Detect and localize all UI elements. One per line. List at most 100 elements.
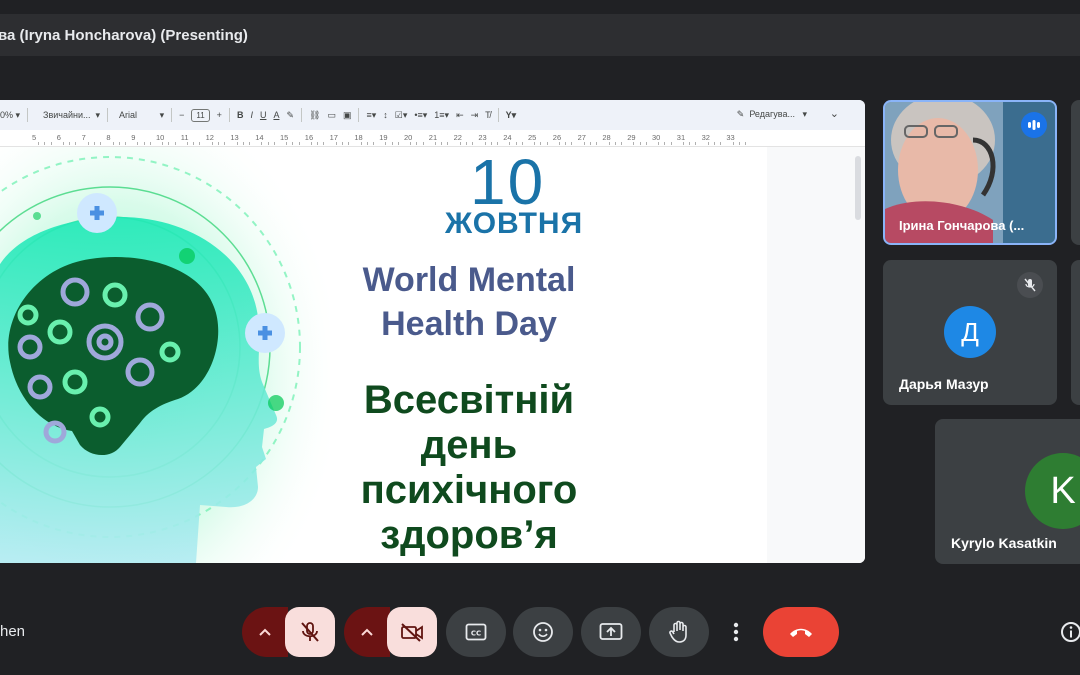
ruler-tick <box>112 142 114 145</box>
highlight-icon[interactable]: ✎ <box>286 110 294 121</box>
style-select[interactable]: Звичайни... ▾ <box>43 110 100 121</box>
ruler-tick <box>360 142 362 145</box>
captions-button[interactable]: CC <box>446 607 506 657</box>
ruler-tick <box>707 142 709 145</box>
ruler-number: 7 <box>81 133 86 142</box>
font-size-decrease[interactable]: − <box>179 110 184 120</box>
ruler-number: 5 <box>32 133 37 142</box>
leave-call-button[interactable] <box>763 607 839 657</box>
ruler-tick <box>273 142 275 145</box>
ruler: 5 6 7 8 9 10 11 12 13 14 15 16 17 18 19 20 21 22 23 24 25 26 2… <box>0 130 865 147</box>
ruler-tick <box>745 142 746 145</box>
ruler-number: 16 <box>304 133 314 142</box>
ruler-tick <box>695 142 697 145</box>
top-strip <box>0 0 1080 12</box>
more-options-button[interactable] <box>716 607 756 657</box>
video-options-button[interactable] <box>344 607 390 657</box>
input-tools-icon[interactable]: Y▾ <box>506 110 517 121</box>
align-icon[interactable]: ≡▾ <box>366 110 376 121</box>
ruler-tick <box>590 142 591 145</box>
link-icon[interactable]: ⛓ <box>309 110 320 121</box>
ruler-tick <box>435 142 436 145</box>
ruler-number: 28 <box>602 133 611 142</box>
ruler-number: 31 <box>676 133 686 142</box>
closed-captions-icon: CC <box>465 623 487 641</box>
slide-title-ukrainian: Всесвітній день психічного здоров’я <box>360 378 578 557</box>
text-color-icon[interactable]: A <box>273 110 279 120</box>
ruler-tick <box>484 142 486 145</box>
camera-toggle-button[interactable] <box>387 607 437 657</box>
scrollbar[interactable] <box>855 156 861 220</box>
ruler-tick <box>137 142 139 145</box>
info-icon[interactable] <box>1060 621 1080 643</box>
ruler-tick <box>38 142 40 145</box>
ruler-tick <box>311 142 312 145</box>
ruler-tick <box>534 142 536 145</box>
ruler-number: 32 <box>701 133 710 142</box>
ruler-tick <box>298 142 300 145</box>
ruler-tick <box>410 142 412 145</box>
participant-tile-kyrylo[interactable]: K Kyrylo Kasatkin <box>935 419 1080 564</box>
ruler-tick <box>683 142 684 145</box>
ruler-tick <box>100 142 102 145</box>
raise-hand-button[interactable] <box>649 607 709 657</box>
ruler-tick <box>162 142 164 145</box>
ruler-tick <box>168 142 170 145</box>
indent-decrease-icon[interactable]: ⇤ <box>456 110 464 121</box>
line-spacing-icon[interactable]: ↕ <box>383 110 388 120</box>
slide-title-english: World Mental Health Day <box>362 261 576 343</box>
ruler-tick <box>490 142 492 145</box>
ruler-tick <box>199 142 201 145</box>
docs-toolbar: 0% ▾ Звичайни... ▾ Arial ▾ − 11 + B I U … <box>0 100 865 130</box>
shared-screen[interactable]: 0% ▾ Звичайни... ▾ Arial ▾ − 11 + B I U … <box>0 100 865 563</box>
ruler-tick <box>44 142 46 145</box>
indent-increase-icon[interactable]: ⇥ <box>471 110 479 121</box>
more-vert-icon <box>733 622 739 642</box>
participant-name: Ірина Гончарова (... <box>899 218 1025 233</box>
ruler-number: 12 <box>205 133 214 142</box>
font-select[interactable]: Arial ▾ <box>119 110 164 121</box>
ruler-tick <box>118 142 120 145</box>
participant-tile-edge-1[interactable] <box>1071 100 1080 245</box>
ruler-tick <box>366 142 368 145</box>
zoom-select[interactable]: 0% ▾ <box>0 110 20 121</box>
bold-icon[interactable]: B <box>237 110 244 120</box>
comment-icon[interactable]: ▭ <box>327 110 336 121</box>
audio-options-button[interactable] <box>242 607 288 657</box>
participant-tile-darya[interactable]: Д Дарья Мазур <box>883 260 1057 405</box>
image-icon[interactable]: ▣ <box>343 110 352 121</box>
svg-text:CC: CC <box>471 630 481 638</box>
ruler-tick <box>391 142 393 145</box>
present-screen-button[interactable] <box>581 607 641 657</box>
clear-format-icon[interactable]: T̸ <box>485 110 491 120</box>
ruler-tick <box>286 142 288 145</box>
font-size-increase[interactable]: + <box>217 110 222 120</box>
reactions-button[interactable] <box>513 607 573 657</box>
ruler-number: 19 <box>379 133 388 142</box>
microphone-toggle-button[interactable] <box>285 607 335 657</box>
ruler-tick <box>509 142 511 145</box>
participant-tile-iryna[interactable]: Ірина Гончарова (... <box>883 100 1057 245</box>
ruler-tick <box>670 142 672 145</box>
participant-tile-edge-2[interactable] <box>1071 260 1080 405</box>
edit-mode-select[interactable]: ✎ Редагува... ▾ <box>737 109 807 120</box>
ruler-tick <box>614 142 616 145</box>
ruler-tick <box>125 142 126 145</box>
ruler-tick <box>621 142 622 145</box>
speaking-indicator-icon <box>1021 112 1047 138</box>
ruler-number: 18 <box>354 133 363 142</box>
ruler-number: 25 <box>528 133 537 142</box>
ruler-tick <box>193 142 195 145</box>
italic-icon[interactable]: I <box>250 110 253 120</box>
ruler-tick <box>63 142 64 145</box>
ruler-tick <box>50 142 52 145</box>
chevron-up-icon[interactable]: ⌄ <box>830 107 839 120</box>
checklist-icon[interactable]: ☑▾ <box>395 110 408 121</box>
ruler-number: 22 <box>453 133 462 142</box>
bullet-list-icon[interactable]: •≡▾ <box>414 110 427 121</box>
underline-icon[interactable]: U <box>260 110 267 120</box>
font-size-field[interactable]: 11 <box>191 108 210 122</box>
numbered-list-icon[interactable]: 1≡▾ <box>434 110 449 121</box>
page-margin <box>767 147 865 563</box>
ruler-tick <box>224 142 226 145</box>
